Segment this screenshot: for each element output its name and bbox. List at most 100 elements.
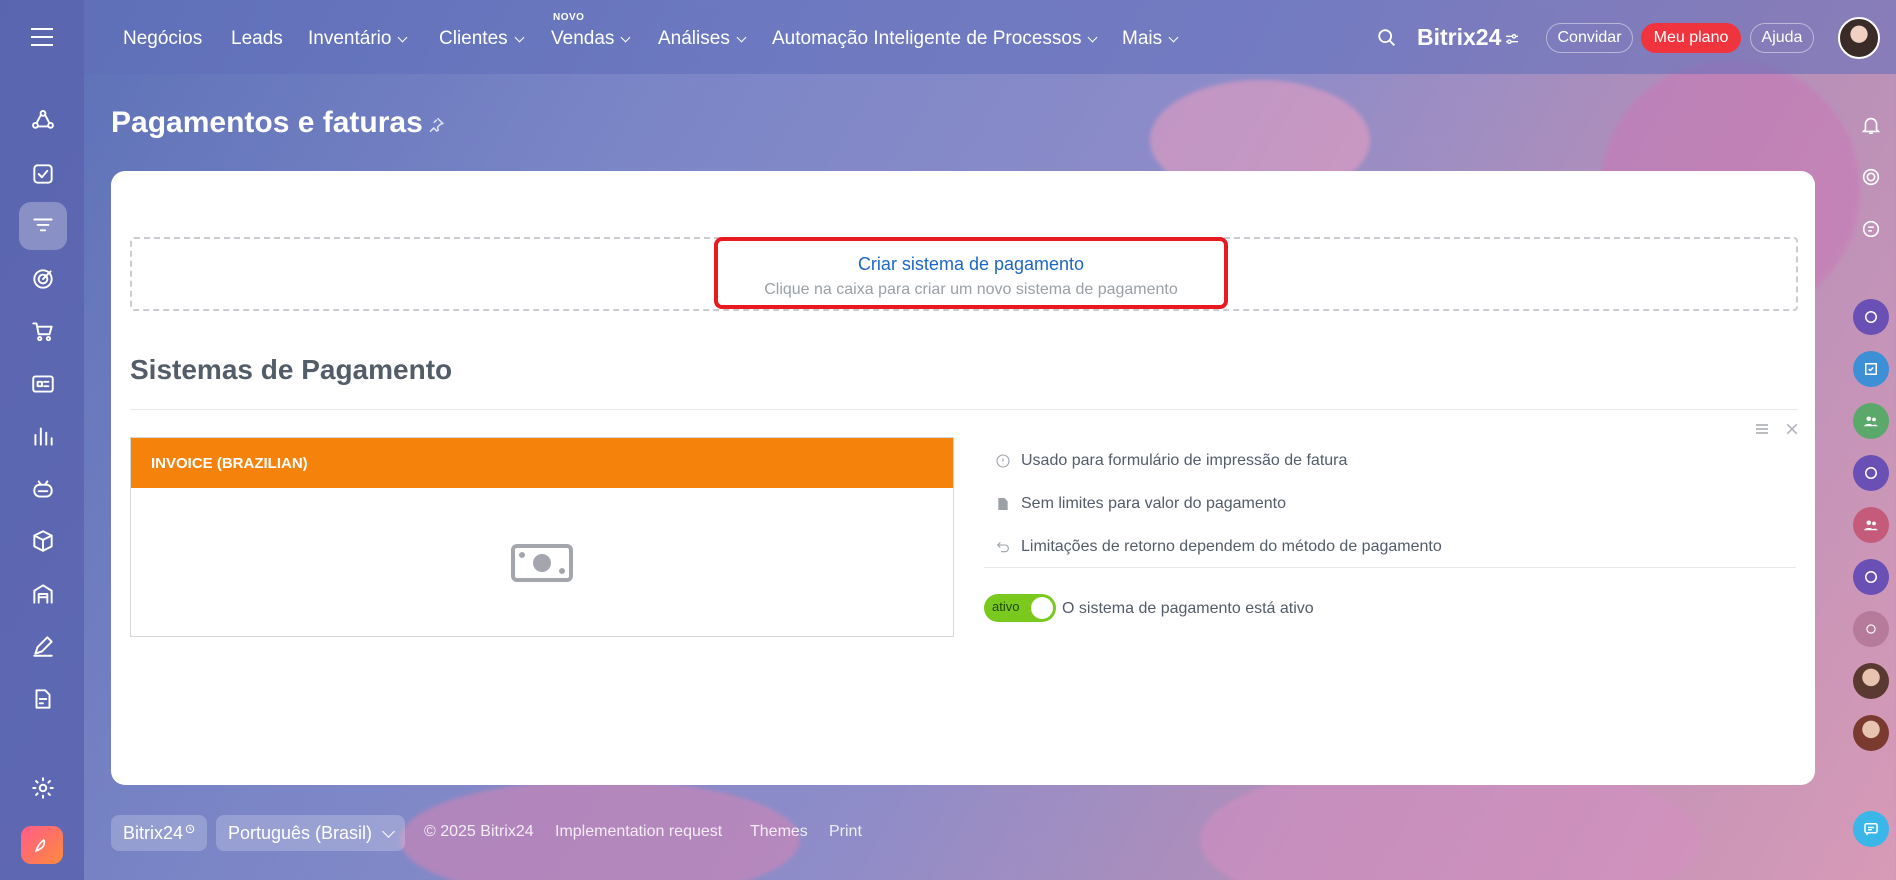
sidebar-item-marketing[interactable]	[19, 255, 67, 303]
sidebar-item-crm[interactable]	[19, 97, 67, 145]
info-icon	[996, 453, 1010, 468]
settings-sliders-icon[interactable]	[1504, 31, 1520, 47]
chat-avatar[interactable]	[1853, 559, 1889, 595]
create-payment-system-subtitle: Clique na caixa para criar um novo siste…	[764, 281, 1178, 298]
sidebar-item-tasks[interactable]	[19, 150, 67, 198]
user-avatar[interactable]	[1838, 17, 1880, 59]
chat-avatar[interactable]	[1853, 715, 1889, 751]
toggle-label: ativo	[992, 599, 1020, 614]
warehouse-icon	[33, 584, 53, 604]
circle-icon	[1866, 624, 1876, 634]
chat-avatar[interactable]	[1853, 663, 1889, 699]
chat-avatar[interactable]	[1853, 507, 1889, 543]
invite-button[interactable]: Convidar	[1546, 23, 1633, 53]
language-selector[interactable]: Português (Brasil)	[216, 815, 406, 851]
nav-item-analises[interactable]: Análises	[658, 28, 747, 50]
footer-brand: Bitrix24	[123, 822, 184, 843]
sidebar-item-sites[interactable]	[19, 360, 67, 408]
info-divider	[984, 567, 1796, 568]
copilot-button[interactable]	[1853, 159, 1889, 195]
page-title: Pagamentos e faturas	[111, 106, 423, 139]
menu-lines-icon[interactable]	[1754, 421, 1770, 437]
status-text: O sistema de pagamento está ativo	[1062, 600, 1314, 617]
chevron-down-icon	[514, 32, 525, 42]
search-icon[interactable]	[1376, 27, 1398, 49]
new-badge: NOVO	[553, 12, 585, 23]
copilot-icon	[1865, 467, 1877, 479]
menu-icon[interactable]	[31, 28, 53, 46]
print-link[interactable]: Print	[829, 823, 862, 841]
nav-label: Negócios	[123, 28, 203, 49]
nav-item-mais[interactable]: Mais	[1122, 28, 1179, 50]
document-icon	[998, 497, 1008, 510]
chevron-down-icon	[1168, 32, 1179, 42]
return-icon	[996, 541, 1009, 552]
sidebar-item-settings[interactable]	[19, 764, 67, 812]
nav-label: Mais	[1122, 28, 1163, 49]
left-sidebar	[0, 0, 84, 880]
chat-avatar[interactable]	[1853, 403, 1889, 439]
sidebar-item-shop[interactable]	[19, 307, 67, 355]
sidebar-item-automation[interactable]	[19, 465, 67, 513]
main-card: Criar sistema de pagamento Clique na cai…	[111, 171, 1815, 785]
payment-system-name[interactable]: INVOICE (BRAZILIAN)	[131, 438, 953, 488]
chat-avatar[interactable]	[1853, 351, 1889, 387]
gear-icon	[32, 777, 54, 799]
payment-system-card[interactable]: INVOICE (BRAZILIAN)	[130, 437, 954, 637]
robot-icon	[33, 480, 53, 498]
nav-item-vendas[interactable]: Vendas	[551, 28, 631, 50]
pin-icon[interactable]	[427, 116, 445, 134]
my-plan-button[interactable]: Meu plano	[1641, 23, 1741, 53]
nav-label: Análises	[658, 28, 730, 49]
payment-system-info: Usado para formulário de impressão de fa…	[995, 439, 1442, 568]
nav-item-inventario[interactable]: Inventário	[308, 28, 408, 50]
sidebar-item-warehouse[interactable]	[19, 570, 67, 618]
close-icon[interactable]	[1784, 421, 1800, 437]
document-edit-icon	[35, 689, 51, 709]
brand-logo[interactable]: Bitrix24	[1417, 24, 1501, 51]
group-icon	[1864, 520, 1878, 531]
sidebar-item-sales[interactable]	[19, 202, 67, 250]
create-payment-system-button[interactable]: Criar sistema de pagamento Clique na cai…	[714, 237, 1228, 309]
active-toggle[interactable]: ativo	[984, 594, 1056, 622]
box-icon	[33, 530, 53, 552]
spiral-icon	[1862, 168, 1880, 186]
chat-avatar[interactable]	[1853, 455, 1889, 491]
info-row: Sem limites para valor do pagamento	[995, 482, 1442, 525]
messenger-button[interactable]	[1853, 811, 1889, 847]
sidebar-item-analytics[interactable]	[19, 412, 67, 460]
plan-label: Meu plano	[1653, 29, 1729, 46]
sidebar-item-documents[interactable]	[19, 675, 67, 723]
chat-icon	[1862, 220, 1880, 238]
rocket-icon	[34, 838, 46, 853]
themes-link[interactable]: Themes	[750, 823, 808, 841]
info-row: Limitações de retorno dependem do método…	[995, 525, 1442, 568]
help-button[interactable]: Ajuda	[1750, 23, 1814, 53]
nav-item-clientes[interactable]: Clientes	[439, 28, 525, 50]
section-divider	[130, 409, 1798, 410]
notifications-button[interactable]	[1853, 107, 1889, 143]
nav-item-leads[interactable]: Leads	[231, 28, 283, 50]
crm-icon	[32, 110, 54, 129]
nav-item-negocios[interactable]: Negócios	[123, 28, 202, 50]
checklist-icon	[1865, 363, 1877, 375]
nav-label: Vendas	[551, 28, 615, 49]
chat-button[interactable]	[1853, 211, 1889, 247]
checkbox-icon	[33, 164, 53, 184]
footer-brand-button[interactable]: Bitrix24	[111, 815, 208, 851]
sidebar-item-inventory[interactable]	[19, 517, 67, 565]
chat-avatar[interactable]	[1853, 299, 1889, 335]
chevron-down-icon	[382, 824, 395, 838]
chevron-down-icon	[736, 32, 747, 42]
info-row: Usado para formulário de impressão de fa…	[995, 439, 1442, 482]
create-payment-system-title: Criar sistema de pagamento	[857, 254, 1085, 274]
sidebar-item-sign[interactable]	[19, 622, 67, 670]
cash-icon	[511, 544, 573, 582]
nav-item-automacao[interactable]: Automação Inteligente de Processos	[772, 28, 1098, 50]
implementation-request-link[interactable]: Implementation request	[555, 823, 722, 841]
copilot-icon	[1865, 571, 1877, 583]
nav-label: Automação Inteligente de Processos	[772, 28, 1082, 49]
rocket-button[interactable]	[21, 826, 63, 864]
chat-avatar[interactable]	[1853, 611, 1889, 647]
nav-label: Inventário	[308, 28, 392, 49]
